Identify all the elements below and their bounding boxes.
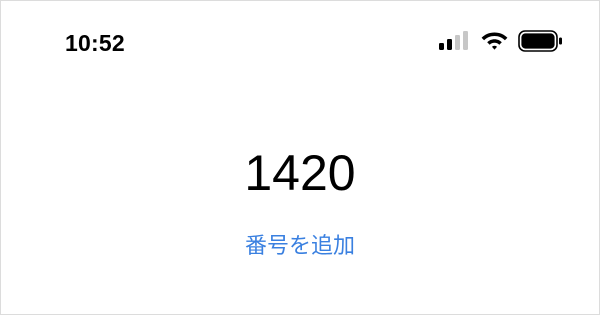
phone-screen: 10:52 1420 番号を追加: [0, 0, 600, 315]
add-number-button[interactable]: 番号を追加: [245, 234, 355, 259]
wifi-icon: [481, 32, 508, 50]
battery-icon: [518, 30, 562, 52]
dialed-number: 1420: [244, 145, 356, 201]
battery-fill: [521, 33, 555, 49]
status-time: 10:52: [65, 30, 125, 56]
signal-bar-1: [439, 43, 444, 50]
cellular-signal-icon: [439, 31, 468, 50]
signal-bar-3: [455, 35, 460, 50]
add-number-row: 番号を追加: [1, 231, 599, 263]
status-bar: 10:52: [1, 1, 599, 81]
signal-bar-2: [447, 39, 452, 50]
signal-bar-4: [463, 31, 468, 50]
